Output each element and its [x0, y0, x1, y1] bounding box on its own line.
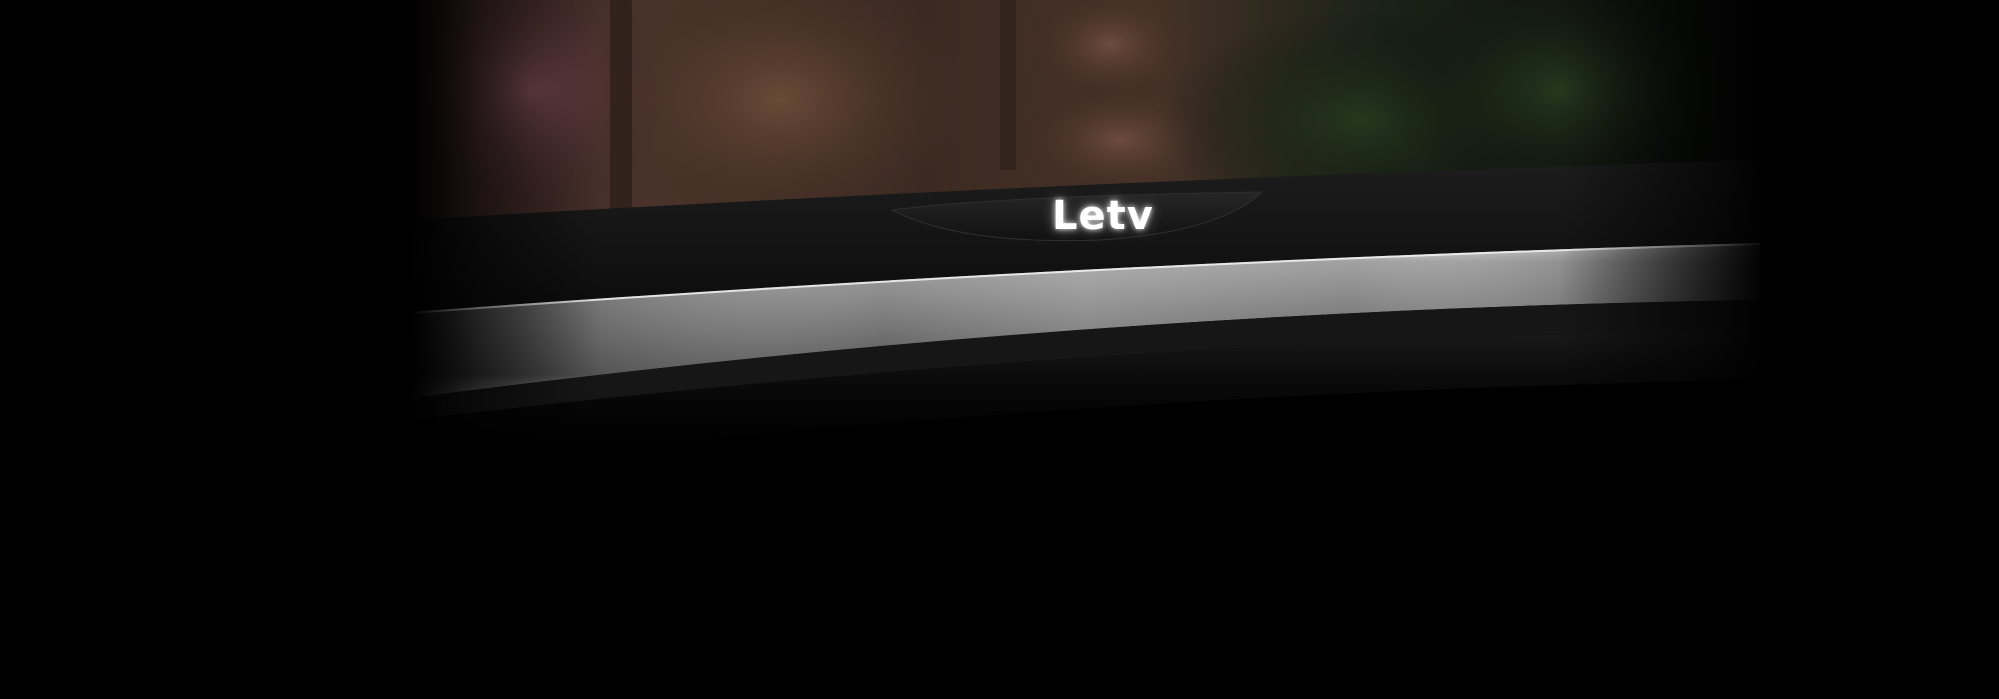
tv-product-banner: Letv [0, 0, 1999, 699]
letv-logo: Letv [1052, 193, 1154, 239]
tv-illustration [0, 0, 1999, 699]
